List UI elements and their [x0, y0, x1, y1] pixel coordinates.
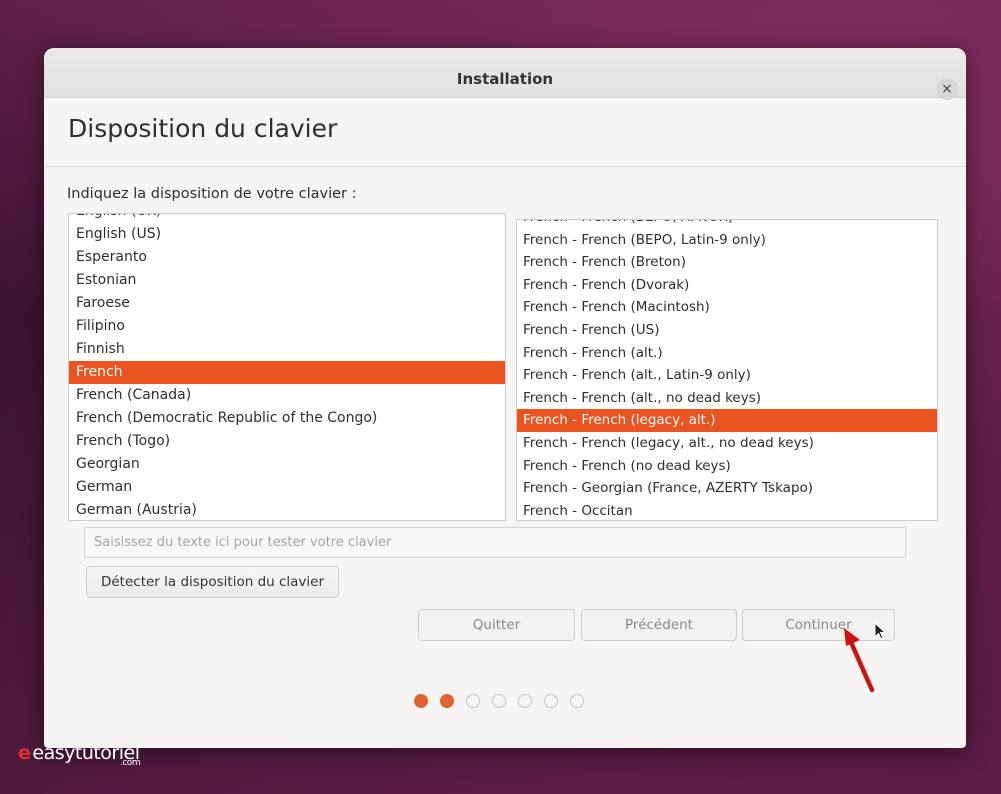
- list-item[interactable]: French - French (no dead keys): [517, 455, 937, 478]
- list-item[interactable]: French (Togo): [69, 430, 505, 453]
- list-item-partial[interactable]: English (UK): [69, 214, 505, 223]
- layout-prompt: Indiquez la disposition de votre clavier…: [67, 186, 357, 202]
- list-item[interactable]: German (Austria): [69, 499, 505, 520]
- list-item[interactable]: Esperanto: [69, 246, 505, 269]
- list-item[interactable]: French - French (legacy, alt.): [517, 409, 937, 432]
- keyboard-test-input[interactable]: Saisissez du texte ici pour tester votre…: [84, 527, 906, 558]
- previous-button[interactable]: Précédent: [581, 609, 737, 641]
- list-item[interactable]: French - French (Dvorak): [517, 274, 937, 297]
- installer-window: Installation × Disposition du clavier In…: [44, 48, 966, 748]
- quit-button[interactable]: Quitter: [418, 609, 575, 641]
- window-title: Installation: [456, 70, 554, 88]
- list-item[interactable]: French - Georgian (France, AZERTY Tskapo…: [517, 477, 937, 500]
- progress-dot: [466, 694, 480, 708]
- header-divider: [44, 166, 966, 167]
- keyboard-layout-list[interactable]: English (UK)English (US)EsperantoEstonia…: [68, 213, 506, 521]
- list-item[interactable]: Estonian: [69, 269, 505, 292]
- list-item[interactable]: French: [69, 361, 505, 384]
- brand-logo-icon: e: [18, 742, 31, 764]
- list-item[interactable]: French (Canada): [69, 384, 505, 407]
- progress-dot: [492, 694, 506, 708]
- list-item[interactable]: German: [69, 476, 505, 499]
- progress-dot: [440, 694, 454, 708]
- title-bar[interactable]: Installation ×: [44, 48, 966, 100]
- list-item[interactable]: English (US): [69, 223, 505, 246]
- page-title: Disposition du clavier: [68, 114, 338, 143]
- list-item[interactable]: French - French (alt., Latin-9 only): [517, 364, 937, 387]
- red-arrow-annotation-icon: [844, 628, 875, 693]
- list-item[interactable]: French - French (US): [517, 319, 937, 342]
- progress-dots: [414, 694, 594, 710]
- list-item[interactable]: French - French (BEPO, Latin-9 only): [517, 229, 937, 252]
- list-item[interactable]: French (Democratic Republic of the Congo…: [69, 407, 505, 430]
- list-item[interactable]: French - French (alt.): [517, 342, 937, 365]
- list-item[interactable]: Georgian: [69, 453, 505, 476]
- list-item-partial[interactable]: French - French (BEPO, AFNOR): [517, 220, 937, 229]
- detect-layout-button[interactable]: Détecter la disposition du clavier: [86, 566, 339, 598]
- keyboard-variant-list[interactable]: French - French (BEPO, AFNOR)French - Fr…: [516, 219, 938, 521]
- list-item[interactable]: Finnish: [69, 338, 505, 361]
- watermark: e easytutoriel .com: [18, 742, 141, 768]
- progress-dot: [414, 694, 428, 708]
- list-item[interactable]: French - French (legacy, alt., no dead k…: [517, 432, 937, 455]
- list-item[interactable]: French - French (Breton): [517, 251, 937, 274]
- list-item[interactable]: French - French (alt., no dead keys): [517, 387, 937, 410]
- watermark-suffix: .com: [120, 758, 141, 768]
- list-item[interactable]: Filipino: [69, 315, 505, 338]
- progress-dot: [570, 694, 584, 708]
- list-item[interactable]: French - Occitan: [517, 500, 937, 520]
- list-item[interactable]: French - French (Macintosh): [517, 296, 937, 319]
- progress-dot: [544, 694, 558, 708]
- close-icon[interactable]: ×: [936, 78, 958, 100]
- progress-dot: [518, 694, 532, 708]
- list-item[interactable]: Faroese: [69, 292, 505, 315]
